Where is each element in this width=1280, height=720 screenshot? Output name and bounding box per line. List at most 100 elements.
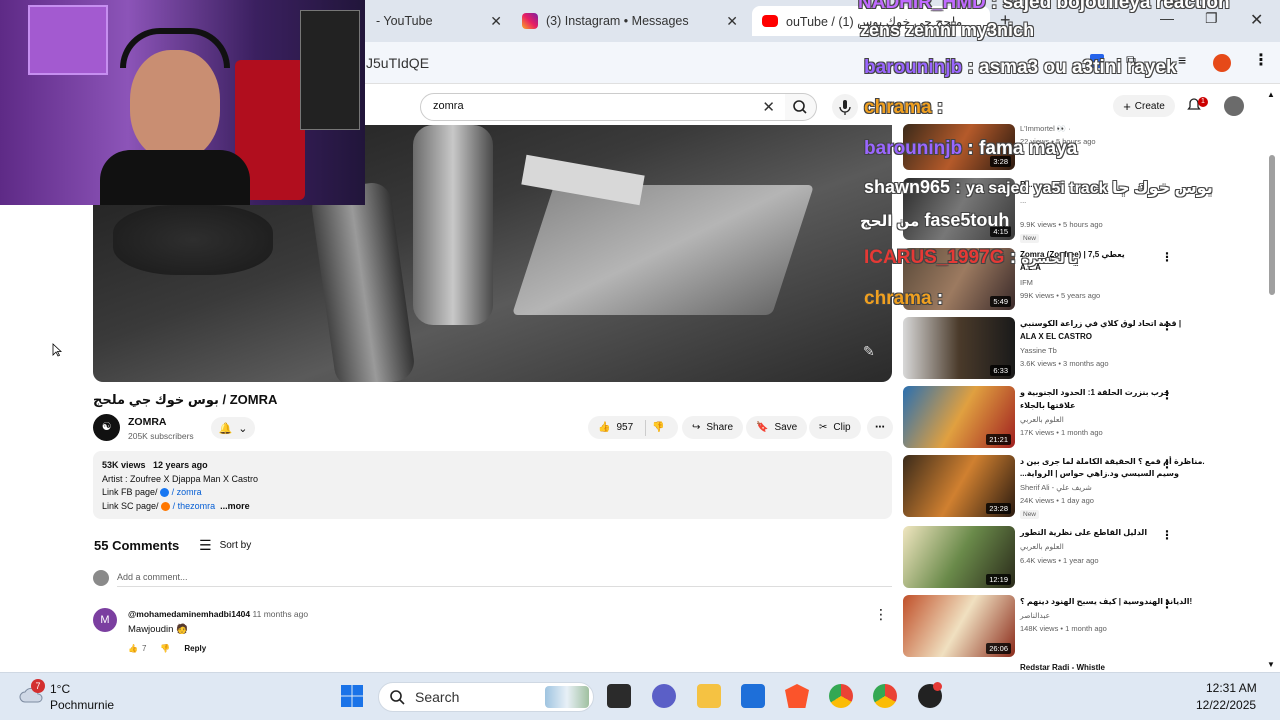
related-channel[interactable]: العلوم بالعربي	[1020, 542, 1064, 551]
duration-badge: 12:19	[986, 574, 1011, 585]
save-button[interactable]: 🔖 Save	[746, 416, 808, 439]
comment-avatar[interactable]: M	[93, 608, 117, 632]
show-more-link[interactable]: ...more	[220, 501, 250, 511]
scroll-thumb[interactable]	[1269, 155, 1275, 295]
clock-date[interactable]: 12/22/2025	[1196, 698, 1256, 712]
subscription-bell-button[interactable]: 🔔 ⌄	[211, 417, 255, 439]
chat-sep: :	[1004, 247, 1022, 268]
video-thumbnail[interactable]: 6:33	[903, 317, 1015, 379]
chrome-icon[interactable]	[829, 684, 853, 708]
related-video[interactable]: 6:33 قصة اتحاد لوق كلاي في زراعة الكوسنب…	[903, 317, 1263, 379]
comment-time[interactable]: 11 months ago	[253, 609, 309, 619]
sort-by-button[interactable]: ☰ Sort by	[199, 537, 251, 554]
related-video[interactable]: 12:19 الدليل القاطع على نظرية التطور الع…	[903, 526, 1263, 588]
related-channel[interactable]: العلوم بالعربي	[1020, 415, 1064, 424]
related-title-line2[interactable]: علاقتها بالجلاء	[1020, 400, 1240, 411]
related-meta: 148K views • 1 month ago	[1020, 624, 1107, 633]
weather-temperature[interactable]: 1°C	[50, 682, 70, 696]
related-video[interactable]: 21:21 حرب بنزرت الحلقة 1: الحدود الجنوبي…	[903, 386, 1263, 448]
related-channel[interactable]: L'Immortel 👀 ·	[1020, 124, 1071, 133]
dislike-icon[interactable]: 👎	[160, 644, 170, 653]
share-icon: ↪	[692, 422, 701, 433]
window-close-icon[interactable]: ✕	[1250, 10, 1263, 30]
related-title-line2[interactable]: ALA X EL CASTRO	[1020, 331, 1240, 342]
video-description[interactable]: 53K views 12 years ago Artist : Zoufree …	[93, 451, 892, 519]
related-title[interactable]: حرب بنزرت الحلقة 1: الحدود الجنوبية و	[1020, 387, 1240, 398]
teams-icon[interactable]	[652, 684, 676, 708]
like-icon[interactable]: 👍	[128, 644, 138, 653]
taskbar-search[interactable]: Search	[378, 682, 594, 712]
add-comment-input[interactable]: Add a comment...	[117, 572, 892, 587]
scroll-down-icon[interactable]: ▼	[1267, 660, 1275, 669]
search-value: zomra	[433, 100, 464, 112]
search-button[interactable]	[785, 93, 817, 121]
task-view-icon[interactable]	[607, 684, 631, 708]
chrome-profile-icon[interactable]	[873, 684, 897, 708]
more-vert-icon[interactable]: ⋮	[1161, 388, 1173, 402]
more-vert-icon[interactable]: ⋮	[1161, 528, 1173, 542]
related-title-line2[interactable]: ...وسيم السيسي ود.زاهي حواس | الرواية	[1020, 468, 1240, 479]
dislike-icon[interactable]: 👎	[652, 422, 664, 433]
comment-author[interactable]: @mohamedaminemhadbi1404 11 months ago	[128, 609, 308, 619]
related-title[interactable]: مناظرة أم قمع ؟ الحقيقة الكاملة لما جرى …	[1020, 456, 1240, 467]
mixer-image	[511, 185, 815, 315]
store-icon[interactable]	[741, 684, 765, 708]
related-video[interactable]: 26:06 الديانة الهندوسية | كيف يسبح الهنو…	[903, 595, 1263, 657]
chat-text: من الحج	[860, 213, 920, 230]
profile-icon[interactable]	[1213, 54, 1231, 72]
url-text[interactable]: J5uTIdQE	[366, 55, 429, 71]
clip-button[interactable]: ✂ Clip	[809, 416, 861, 439]
more-vert-icon[interactable]: ⋮	[1161, 250, 1173, 264]
video-thumbnail[interactable]: 23:28	[903, 455, 1015, 517]
related-channel[interactable]: IFM	[1020, 278, 1033, 287]
related-channel[interactable]: Sherif Ali - شريف علي	[1020, 483, 1092, 492]
like-count[interactable]: 957	[616, 422, 633, 433]
facebook-icon	[160, 488, 170, 498]
weather-location[interactable]: Pochmurnie	[50, 698, 114, 712]
comment-author-name[interactable]: @mohamedaminemhadbi1404	[128, 609, 250, 619]
comment-more-icon[interactable]: ⋮	[874, 606, 888, 623]
video-thumbnail[interactable]: 12:19	[903, 526, 1015, 588]
close-icon[interactable]: ✕	[490, 13, 502, 30]
channel-avatar[interactable]: ☯	[93, 414, 120, 441]
related-title[interactable]: الديانة الهندوسية | كيف يسبح الهنود دينه…	[1020, 596, 1240, 607]
more-vert-icon[interactable]: ⋮	[1161, 457, 1173, 471]
more-actions-button[interactable]: ⋯	[867, 416, 893, 439]
like-icon[interactable]: 👍	[598, 422, 610, 433]
tab-youtube[interactable]: - YouTube ✕	[362, 6, 512, 36]
related-video[interactable]: Redstar Radi - Whistle	[903, 662, 1263, 672]
chat-message: barouninjb : asma3 ou a3tini rayek	[864, 57, 1177, 79]
share-button[interactable]: ↪ Share	[682, 416, 744, 439]
related-video[interactable]: 23:28 مناظرة أم قمع ؟ الحقيقة الكاملة لم…	[903, 455, 1263, 519]
related-channel[interactable]: عبدالناصر	[1020, 611, 1050, 620]
related-channel[interactable]: Yassine Tb	[1020, 346, 1057, 355]
clock-time[interactable]: 12:31 AM	[1206, 681, 1257, 695]
chat-message: chrama :	[864, 288, 943, 310]
scroll-up-icon[interactable]: ▲	[1267, 90, 1275, 99]
voice-search-button[interactable]	[832, 94, 858, 120]
chat-sep: :	[962, 57, 980, 78]
create-button[interactable]: + Create	[1113, 95, 1175, 117]
windows-start-icon[interactable]	[340, 684, 364, 708]
fb-link[interactable]: / zomra	[172, 487, 202, 497]
more-vert-icon[interactable]: ⋮	[1253, 50, 1269, 70]
search-input[interactable]: zomra ✕	[420, 93, 786, 121]
related-title[interactable]: Redstar Radi - Whistle	[1020, 662, 1240, 672]
close-icon[interactable]: ✕	[726, 13, 738, 30]
clear-icon[interactable]: ✕	[762, 98, 775, 116]
file-explorer-icon[interactable]	[697, 684, 721, 708]
channel-name[interactable]: ZOMRA	[128, 416, 167, 428]
video-thumbnail[interactable]: 26:06	[903, 595, 1015, 657]
more-vert-icon[interactable]: ⋮	[1161, 319, 1173, 333]
more-vert-icon[interactable]: ⋮	[1161, 597, 1173, 611]
menu-lines-icon[interactable]: ≡	[1178, 52, 1186, 68]
wall-poster-image	[28, 5, 108, 75]
avatar[interactable]	[1224, 96, 1244, 116]
tab-instagram[interactable]: (3) Instagram • Messages ✕	[512, 6, 748, 36]
related-title[interactable]: الدليل القاطع على نظرية التطور	[1020, 527, 1240, 538]
scissors-icon: ✂	[819, 422, 828, 433]
related-title[interactable]: قصة اتحاد لوق كلاي في زراعة الكوسنبي |	[1020, 318, 1240, 329]
sc-link[interactable]: / thezomra	[173, 501, 216, 511]
video-thumbnail[interactable]: 21:21	[903, 386, 1015, 448]
reply-button[interactable]: Reply	[184, 644, 206, 653]
